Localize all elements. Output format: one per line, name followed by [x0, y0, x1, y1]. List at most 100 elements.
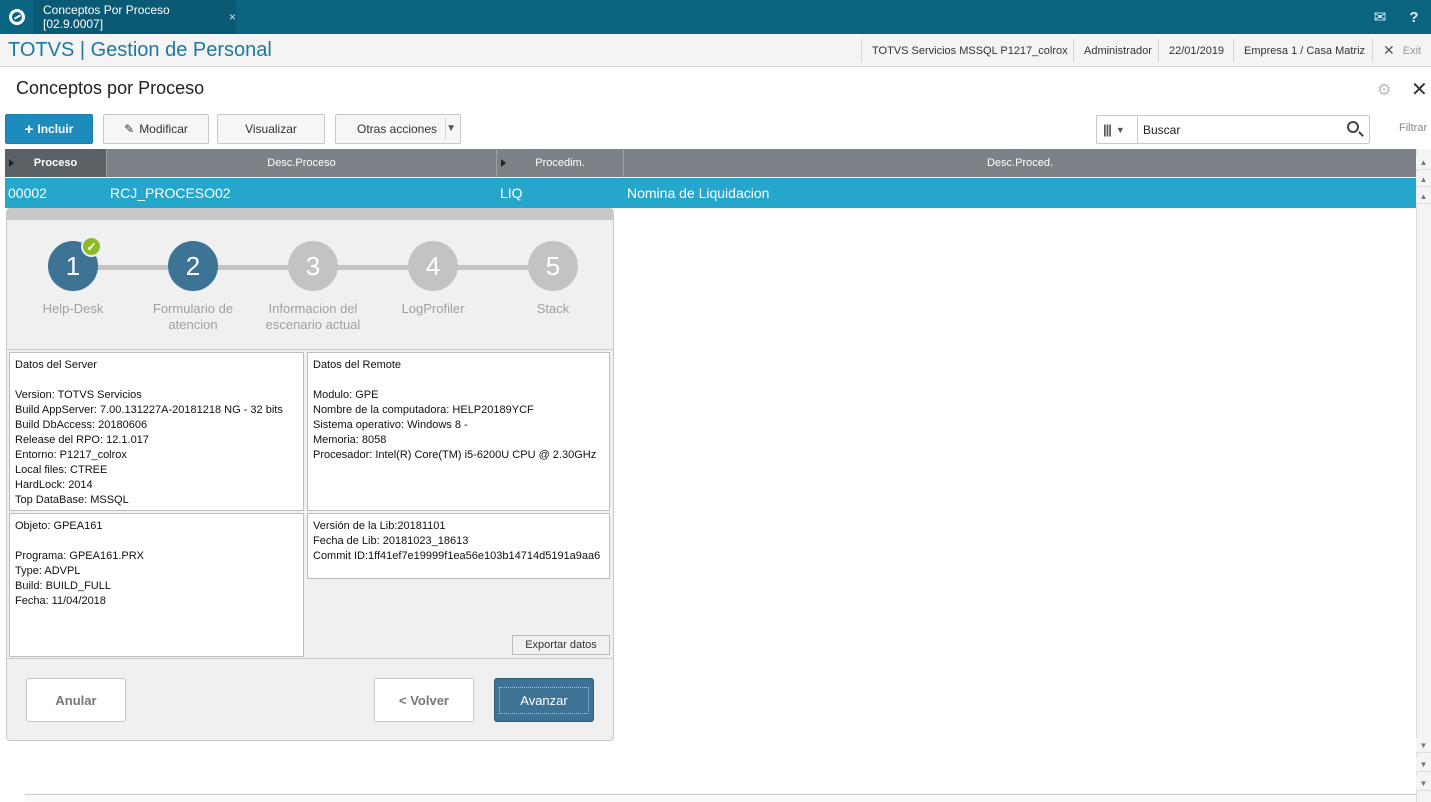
exportar-datos-button[interactable]: Exportar datos: [512, 635, 610, 655]
panel-line: Memoria: 8058: [313, 434, 387, 446]
user-info[interactable]: Administrador: [1073, 39, 1162, 62]
step-4-label: LogProfiler: [373, 301, 493, 317]
visualizar-label: Visualizar: [245, 122, 297, 136]
avanzar-button[interactable]: Avanzar: [494, 678, 594, 722]
cell-desc-proced: Nomina de Liquidacion: [627, 185, 770, 201]
horizontal-scrollbar[interactable]: [25, 794, 1416, 802]
panel-line: HardLock: 2014: [15, 479, 93, 491]
modificar-label: Modificar: [139, 122, 188, 136]
step-label-line: Formulario de: [152, 301, 234, 316]
caret-down-icon: ▼: [446, 123, 456, 134]
exit-label: Exit: [1402, 44, 1422, 57]
panel-line: Fecha: 11/04/2018: [15, 595, 106, 607]
step-3: 3: [288, 241, 338, 291]
scroll-down-icon[interactable]: ▼: [1416, 757, 1431, 772]
step-2: 2: [168, 241, 218, 291]
otras-acciones-button[interactable]: Otras acciones ▼: [335, 114, 461, 144]
panel-line: Build DbAccess: 20180606: [15, 419, 148, 431]
check-icon: ✓: [81, 236, 102, 257]
remote-data-panel[interactable]: Datos del Remote Modulo: GPE Nombre de l…: [307, 352, 610, 511]
otras-acciones-label: Otras acciones: [357, 122, 438, 136]
table-row[interactable]: 00002 RCJ_PROCESO02 LIQ Nomina de Liquid…: [5, 178, 1416, 208]
cell-proceso: 00002: [8, 185, 47, 201]
help-desk-wizard: 1 ✓ 2 3 4 5 Help-Desk Formulario de aten…: [6, 208, 614, 741]
scroll-up-icon[interactable]: ▲: [1416, 189, 1431, 204]
caret-down-icon: ▼: [1115, 124, 1125, 135]
panel-line: Top DataBase: MSSQL: [15, 494, 129, 506]
scroll-bottom-icon[interactable]: ▼: [1416, 776, 1431, 791]
date-info[interactable]: 22/01/2019: [1158, 39, 1234, 62]
mail-icon[interactable]: ✉: [1363, 0, 1397, 34]
scroll-top-icon[interactable]: ▲: [1416, 155, 1431, 170]
top-bar: Conceptos Por Proceso [02.9.0007] × ✉ ?: [0, 0, 1431, 34]
panel-line: Build AppServer: 7.00.131227A-20181218 N…: [15, 404, 283, 416]
help-icon[interactable]: ?: [1397, 0, 1431, 34]
panel-title: Objeto: GPEA161: [15, 520, 103, 532]
panel-line: Build: BUILD_FULL: [15, 580, 111, 592]
gear-icon[interactable]: ⚙: [1377, 80, 1391, 100]
tab-conceptos-por-proceso[interactable]: Conceptos Por Proceso [02.9.0007] ×: [34, 0, 236, 34]
step-label-line: Help-Desk: [42, 301, 104, 316]
column-label: Desc.Proceso: [267, 157, 336, 169]
server-info[interactable]: TOTVS Servicios MSSQL P1217_colrox: [861, 39, 1078, 62]
panel-line: Commit ID:1ff41ef7e19999f1ea56e103b14714…: [313, 550, 601, 562]
panel-line: Fecha de Lib: 20181023_18613: [313, 535, 469, 547]
tab-close-icon[interactable]: ×: [229, 10, 236, 24]
panel-line: Modulo: GPE: [313, 389, 379, 401]
panel-line: Sistema operativo: Windows 8 -: [313, 419, 468, 431]
volver-button[interactable]: < Volver: [374, 678, 474, 722]
column-header-proceso[interactable]: Proceso: [5, 149, 107, 177]
sort-icon: [501, 159, 506, 167]
column-label: Procedim.: [535, 157, 585, 169]
panel-line: Nombre de la computadora: HELP20189YCF: [313, 404, 534, 416]
page-title: Conceptos por Proceso: [16, 78, 205, 98]
columns-icon: |||: [1103, 122, 1112, 137]
vertical-scrollbar[interactable]: [1416, 149, 1431, 802]
wizard-titlebar[interactable]: [7, 209, 613, 220]
anular-button[interactable]: Anular: [26, 678, 126, 722]
app-window: Conceptos Por Proceso [02.9.0007] × ✉ ? …: [0, 0, 1431, 802]
panel-line: Entorno: P1217_colrox: [15, 449, 127, 461]
server-data-panel[interactable]: Datos del Server Version: TOTVS Servicio…: [9, 352, 304, 511]
scroll-up-icon[interactable]: ▲: [1416, 172, 1431, 187]
step-5-label: Stack: [493, 301, 613, 317]
step-2-label: Formulario de atencion: [133, 301, 253, 333]
plus-icon: +: [24, 120, 34, 138]
divider: [7, 658, 613, 659]
incluir-button[interactable]: + Incluir: [5, 114, 93, 144]
column-selector[interactable]: ||| ▼: [1097, 116, 1138, 143]
column-header-desc-proced[interactable]: Desc.Proced.: [624, 149, 1416, 177]
pencil-icon: ✎: [124, 122, 135, 136]
incluir-label: Incluir: [37, 122, 74, 136]
scroll-down-icon[interactable]: ▼: [1416, 738, 1431, 753]
column-header-procedim[interactable]: Procedim.: [497, 149, 624, 177]
panel-line: Programa: GPEA161.PRX: [15, 550, 145, 562]
panel-line: Release del RPO: 12.1.017: [15, 434, 149, 446]
step-label-line: LogProfiler: [401, 301, 465, 316]
exit-button[interactable]: ✕ Exit: [1372, 39, 1431, 62]
panel-line: Version: TOTVS Servicios: [15, 389, 142, 401]
close-page-icon[interactable]: ✕: [1411, 77, 1428, 102]
step-label-line: escenario actual: [265, 317, 361, 332]
search-icon[interactable]: [1347, 121, 1359, 133]
panel-line: Type: ADVPL: [15, 565, 81, 577]
company-info[interactable]: Empresa 1 / Casa Matriz: [1233, 39, 1375, 62]
avanzar-label: Avanzar: [499, 686, 589, 714]
close-icon: ✕: [1383, 42, 1395, 58]
lib-data-panel[interactable]: Versión de la Lib:20181101 Fecha de Lib:…: [307, 513, 610, 579]
visualizar-button[interactable]: Visualizar: [217, 114, 325, 144]
column-header-desc-proceso[interactable]: Desc.Proceso: [107, 149, 497, 177]
step-label-line: Informacion del: [268, 301, 358, 316]
object-data-panel[interactable]: Objeto: GPEA161 Programa: GPEA161.PRX Ty…: [9, 513, 304, 657]
totvs-logo-icon[interactable]: [0, 0, 34, 34]
modificar-button[interactable]: ✎ Modificar: [103, 114, 209, 144]
filtrar-link[interactable]: Filtrar: [1399, 122, 1427, 134]
search-box: ||| ▼: [1096, 115, 1370, 144]
search-input[interactable]: [1143, 120, 1338, 139]
tab-title: Conceptos Por Proceso [02.9.0007]: [43, 3, 170, 31]
cell-procedim: LIQ: [500, 185, 523, 201]
panel-line: Procesador: Intel(R) Core(TM) i5-6200U C…: [313, 449, 597, 461]
panel-title: Datos del Server: [15, 359, 97, 371]
column-label: Desc.Proced.: [986, 157, 1054, 169]
sort-icon: [9, 159, 14, 167]
